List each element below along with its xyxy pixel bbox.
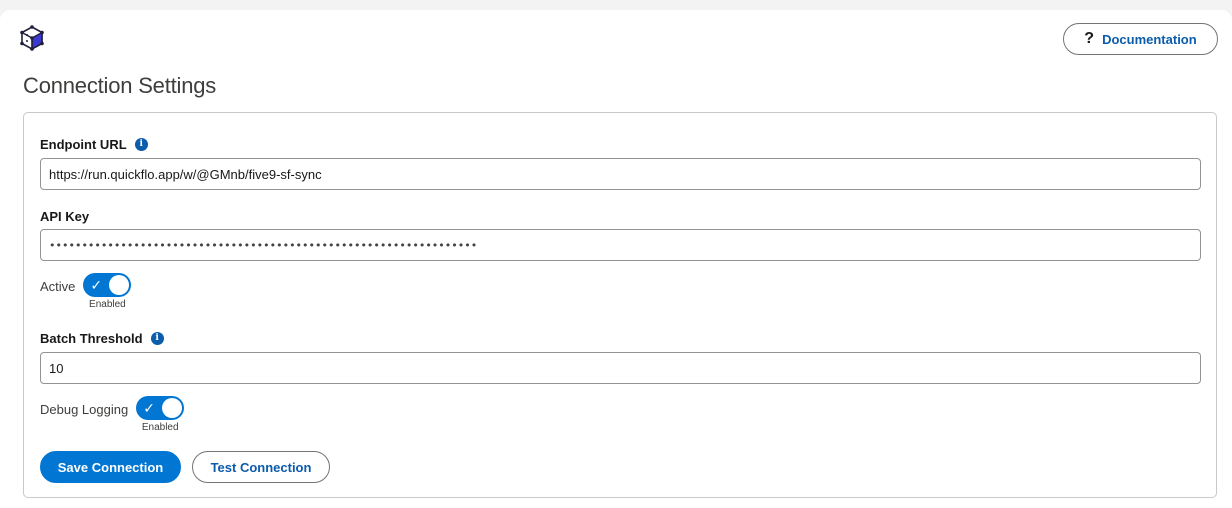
batch-threshold-label-text: Batch Threshold bbox=[40, 331, 143, 346]
active-state-label: Enabled bbox=[89, 299, 126, 310]
debug-logging-toggle-wrap: ✓ Enabled bbox=[136, 396, 185, 433]
connection-settings-card: Endpoint URL i https://run.quickflo.app/… bbox=[23, 112, 1217, 498]
endpoint-url-input[interactable]: https://run.quickflo.app/w/@GMnb/five9-s… bbox=[40, 158, 1201, 190]
debug-logging-state-label: Enabled bbox=[141, 422, 179, 433]
active-toggle-wrap: ✓ Enabled bbox=[83, 273, 132, 310]
debug-logging-toggle[interactable]: ✓ bbox=[136, 396, 185, 420]
toggle-knob bbox=[162, 398, 183, 418]
documentation-label: Documentation bbox=[1102, 31, 1197, 47]
test-connection-button[interactable]: Test Connection bbox=[192, 451, 330, 483]
active-toggle-row: Active ✓ Enabled bbox=[40, 273, 132, 310]
debug-logging-label: Debug Logging bbox=[40, 402, 129, 417]
debug-logging-toggle-row: Debug Logging ✓ Enabled bbox=[40, 396, 185, 433]
toggle-knob bbox=[109, 275, 130, 295]
check-icon: ✓ bbox=[90, 277, 103, 293]
info-icon[interactable]: i bbox=[134, 138, 148, 151]
api-key-input[interactable]: ••••••••••••••••••••••••••••••••••••••••… bbox=[40, 229, 1201, 261]
question-icon: ? bbox=[1084, 30, 1095, 47]
endpoint-url-label-text: Endpoint URL bbox=[40, 137, 127, 152]
page-container: ? Documentation Connection Settings Endp… bbox=[0, 10, 1232, 508]
api-key-label-text: API Key bbox=[40, 209, 90, 224]
documentation-button[interactable]: ? Documentation bbox=[1063, 23, 1218, 55]
active-label: Active bbox=[40, 279, 76, 294]
save-connection-button[interactable]: Save Connection bbox=[40, 451, 181, 483]
batch-threshold-input[interactable]: 10 bbox=[40, 352, 1201, 384]
cube-logo-icon bbox=[18, 24, 46, 52]
endpoint-url-label: Endpoint URL i bbox=[40, 137, 148, 152]
batch-threshold-label: Batch Threshold i bbox=[40, 331, 164, 346]
api-key-masked-value: ••••••••••••••••••••••••••••••••••••••••… bbox=[49, 238, 478, 252]
batch-threshold-value: 10 bbox=[49, 360, 64, 376]
page-title: Connection Settings bbox=[23, 73, 217, 98]
info-icon[interactable]: i bbox=[150, 332, 164, 345]
endpoint-url-value: https://run.quickflo.app/w/@GMnb/five9-s… bbox=[49, 166, 322, 182]
api-key-label: API Key bbox=[40, 209, 89, 224]
check-icon: ✓ bbox=[143, 400, 155, 416]
active-toggle[interactable]: ✓ bbox=[83, 273, 132, 297]
